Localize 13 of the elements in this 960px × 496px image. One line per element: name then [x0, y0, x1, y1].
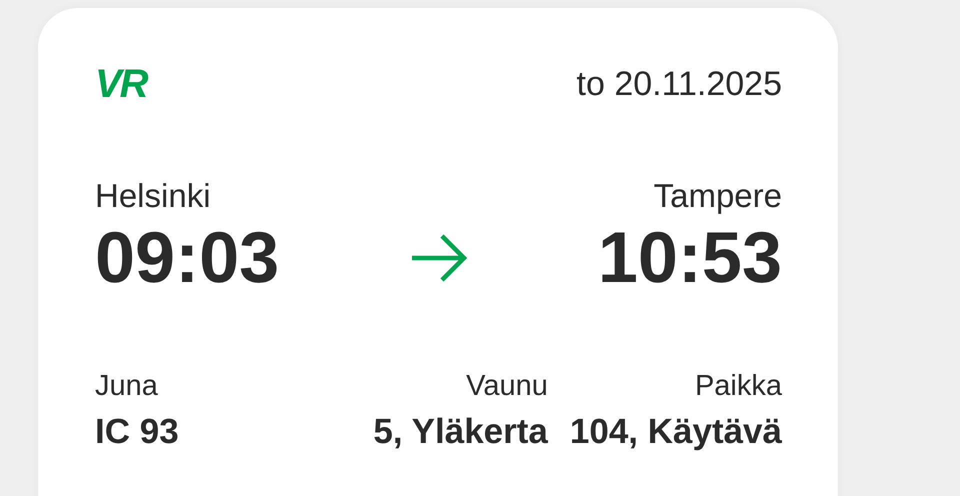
detail-label: Vaunu [466, 369, 548, 404]
arrow-icon [410, 232, 468, 284]
arrival-time: 10:53 [598, 217, 782, 300]
detail-value: 104, Käytävä [570, 411, 782, 453]
departure-station: Helsinki [95, 176, 212, 216]
arrival-station: Tampere [654, 176, 782, 216]
detail-label: Juna [95, 369, 158, 404]
departure-time: 09:03 [95, 217, 280, 300]
detail-label: Paikka [694, 369, 782, 404]
detail-value: 5, Yläkerta [373, 411, 548, 453]
travel-date: to 20.11.2025 [576, 64, 782, 104]
logo: VR [95, 64, 147, 104]
detail-value: IC 93 [95, 411, 179, 453]
